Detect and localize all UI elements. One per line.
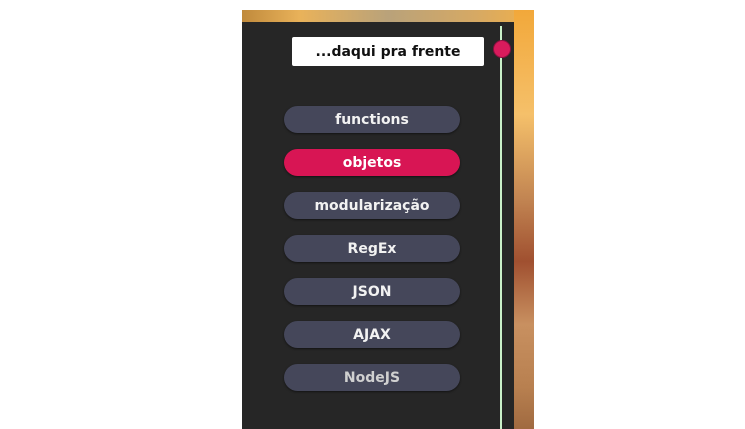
panel-title-text: ...daqui pra frente <box>315 43 461 60</box>
topic-label: AJAX <box>353 326 391 343</box>
topic-label: RegEx <box>347 240 397 257</box>
panel-title: ...daqui pra frente <box>292 37 484 66</box>
topic-json[interactable]: JSON <box>284 278 460 305</box>
topic-regex[interactable]: RegEx <box>284 235 460 262</box>
video-frame: ...daqui pra frente functions objetos mo… <box>242 10 534 429</box>
topic-modularizacao[interactable]: modularização <box>284 192 460 219</box>
topic-functions[interactable]: functions <box>284 106 460 133</box>
topics-menu: functions objetos modularização RegEx JS… <box>284 106 462 407</box>
topic-objetos[interactable]: objetos <box>284 149 460 176</box>
topic-ajax[interactable]: AJAX <box>284 321 460 348</box>
topic-label: functions <box>335 111 409 128</box>
topic-label: objetos <box>342 154 402 171</box>
background-right-strip <box>514 10 534 429</box>
topic-label: JSON <box>352 283 392 300</box>
topic-label: NodeJS <box>343 369 401 386</box>
progress-dot[interactable] <box>493 40 511 58</box>
topic-nodejs[interactable]: NodeJS <box>284 364 460 391</box>
topic-label: modularização <box>314 197 430 214</box>
progress-line <box>500 26 502 429</box>
